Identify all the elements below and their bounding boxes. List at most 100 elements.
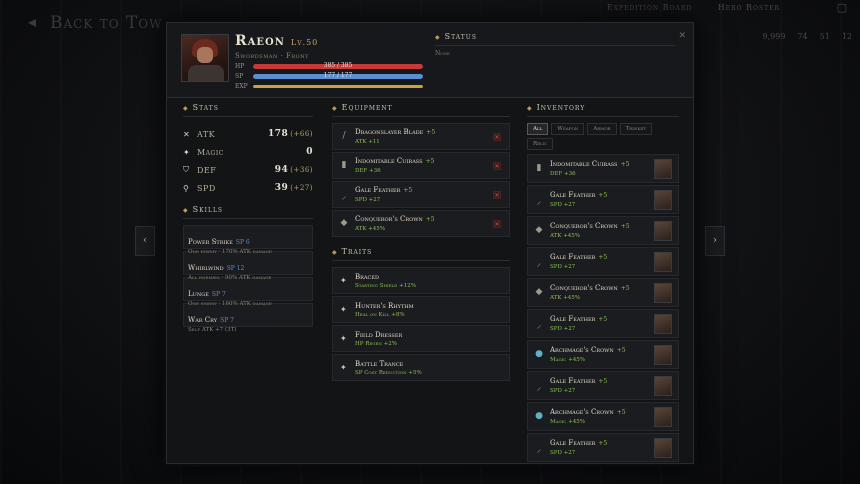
trait-description: Starting Shield +12% (355, 283, 416, 289)
feather-icon: ⸝ (536, 321, 542, 331)
inventory-item-stat: DEF +36 (550, 171, 576, 177)
inventory-item[interactable]: ◆ Conqueror's Crown +5 ATK +45% (527, 216, 679, 245)
inventory-item-stat: SPD +27 (550, 202, 576, 208)
inventory-item[interactable]: ▮ Indomitable Cuirass +5 DEF +36 (527, 154, 679, 183)
inventory-item-upgrade-level: +5 (620, 223, 630, 230)
inventory-item-upgrade-level: +5 (598, 316, 608, 323)
inventory-item[interactable]: ⸝ Gale Feather +5 SPD +27 (527, 433, 679, 462)
diamond-icon: ◆ (332, 105, 338, 112)
hero-header: Raeon Lv.50 Swordsman · Front HP 385 / 38… (167, 23, 693, 98)
hero-avatar (654, 345, 672, 365)
inventory-item-stat: SPD +27 (550, 326, 576, 332)
gold-count: 9,999 (762, 32, 786, 41)
tab-all[interactable]: All (527, 123, 549, 135)
equipment-stat: SPD +27 (355, 197, 381, 203)
inventory-item-upgrade-level: +5 (616, 347, 626, 354)
currency-count-2: 74 (797, 32, 808, 41)
stat-row-atk: ✕ ATK 178 (+66) (183, 125, 313, 143)
inventory-item[interactable]: ⸝ Gale Feather +5 SPD +27 (527, 371, 679, 400)
trait-list: ✦ Braced Starting Shield +12% ✦ Hunter's Rhy… (332, 267, 510, 381)
hero-class: Swordsman · Front (235, 52, 309, 60)
status-section: ◆ Status None (435, 32, 685, 57)
stat-value: 0 (306, 147, 313, 157)
unequip-button[interactable]: ✕ (493, 220, 501, 228)
inventory-item-name: Gale Feather +5 (550, 439, 607, 447)
skill-card[interactable]: Power Strike SP 6 One enemy · 170% ATK dam… (183, 225, 313, 255)
stat-bonus: (+27) (290, 184, 313, 192)
orb-icon: ● (535, 411, 543, 421)
diamond-icon: ◆ (332, 249, 338, 256)
sp-value: 177 / 177 (323, 72, 353, 79)
hero-name: Raeon Lv.50 (235, 33, 318, 49)
next-hero-button[interactable]: › (705, 226, 725, 256)
status-value: None (435, 50, 450, 57)
equipment-upgrade-level: +5 (425, 158, 435, 165)
skill-sp-cost: SP 6 (235, 239, 250, 246)
inventory-item-upgrade-level: +5 (620, 161, 630, 168)
skill-sp-cost: SP 7 (211, 291, 226, 298)
back-arrow-icon[interactable]: ◂ (28, 12, 36, 31)
stat-name: ATK (197, 129, 216, 139)
equipment-upgrade-level: +5 (403, 187, 413, 194)
equipment-slot[interactable]: / Dragonslayer Blade +5 ATK +11 ✕ (332, 123, 510, 150)
unequip-button[interactable]: ✕ (493, 191, 501, 199)
trait-name: Braced (355, 273, 380, 281)
tab-armor[interactable]: Armor (587, 123, 617, 135)
crystal-icon: ◆ (535, 225, 543, 235)
equipment-name: Dragonslayer Blade +5 (355, 128, 435, 136)
hero-avatar (654, 376, 672, 396)
inventory-item-name: Gale Feather +5 (550, 191, 607, 199)
chevron-left-icon: ‹ (143, 235, 147, 246)
inventory-item-stat: ATK +45% (550, 233, 581, 239)
inventory-item[interactable]: ⸝ Gale Feather +5 SPD +27 (527, 309, 679, 338)
feather-icon: ⸝ (536, 197, 542, 207)
back-to-town-button[interactable]: Back to Town (50, 13, 174, 33)
inventory-item-name-text: Gale Feather (550, 439, 596, 447)
stat-value: 39 (274, 183, 289, 193)
skill-sp-cost: SP 7 (220, 317, 234, 324)
inventory-item[interactable]: ⸝ Gale Feather +5 SPD +27 (527, 185, 679, 214)
sparkle-icon: ✦ (340, 276, 347, 285)
equipment-name-text: Gale Feather (355, 186, 401, 194)
top-links: Expedition Board Hero Roster (585, 3, 780, 12)
equipment-title-text: Equipment (341, 103, 393, 112)
inventory-item[interactable]: ⸝ Gale Feather +5 SPD +27 (527, 247, 679, 276)
inventory-item[interactable]: ● Archmage's Crown +5 Magic +45% (527, 402, 679, 431)
expedition-board-link[interactable]: Expedition Board (607, 3, 692, 12)
unequip-button[interactable]: ✕ (493, 162, 501, 170)
inventory-item-name: Conqueror's Crown +5 (550, 284, 630, 292)
hero-avatar (654, 283, 672, 303)
inventory-item[interactable]: ◆ Conqueror's Crown +5 ATK +45% (527, 278, 679, 307)
equipment-stat: ATK +45% (355, 226, 386, 232)
inventory-item-stat: Magic +45% (550, 419, 585, 425)
trait-card: ✦ Field Dresser HP Regen +2% (332, 325, 510, 352)
hero-avatar (654, 407, 672, 427)
unequip-button[interactable]: ✕ (493, 133, 501, 141)
inventory-item-upgrade-level: +5 (620, 285, 630, 292)
inventory-tabs: All Weapon Armor Trinket Relic (527, 123, 679, 150)
stats-title-text: Stats (192, 103, 219, 112)
feather-icon: ⸝ (536, 445, 542, 455)
equipment-slot[interactable]: ▮ Indomitable Cuirass +5 DEF +36 ✕ (332, 152, 510, 179)
hero-roster-link[interactable]: Hero Roster (718, 3, 780, 12)
inventory-title: ◆ Inventory (527, 103, 679, 112)
close-panel-icon[interactable]: ✕ (678, 31, 686, 41)
close-icon[interactable]: ▢ (834, 1, 850, 15)
tab-relic[interactable]: Relic (527, 138, 554, 150)
inventory-item-name-text: Archmage's Crown (550, 346, 614, 354)
tab-trinket[interactable]: Trinket (619, 123, 652, 135)
skill-header: Lunge SP 7 (188, 281, 308, 300)
inventory-item[interactable]: ● Archmage's Crown +5 Magic +45% (527, 340, 679, 369)
stat-bonus: (+66) (290, 130, 313, 138)
boot-icon: ⚲ (183, 183, 190, 193)
previous-hero-button[interactable]: ‹ (135, 226, 155, 256)
tab-weapon[interactable]: Weapon (551, 123, 585, 135)
exp-label: EXP (235, 83, 248, 90)
hero-level: Lv.50 (290, 38, 319, 47)
equipment-slot[interactable]: ⸝ Gale Feather +5 SPD +27 ✕ (332, 181, 510, 208)
stat-value: 178 (267, 129, 289, 139)
equipment-slot[interactable]: ◆ Conqueror's Crown +5 ATK +45% ✕ (332, 210, 510, 237)
hero-detail-panel: Raeon Lv.50 Swordsman · Front HP 385 / 38… (166, 22, 694, 464)
inventory-item-name: Gale Feather +5 (550, 377, 607, 385)
inventory-item-stat: Magic +45% (550, 357, 585, 363)
